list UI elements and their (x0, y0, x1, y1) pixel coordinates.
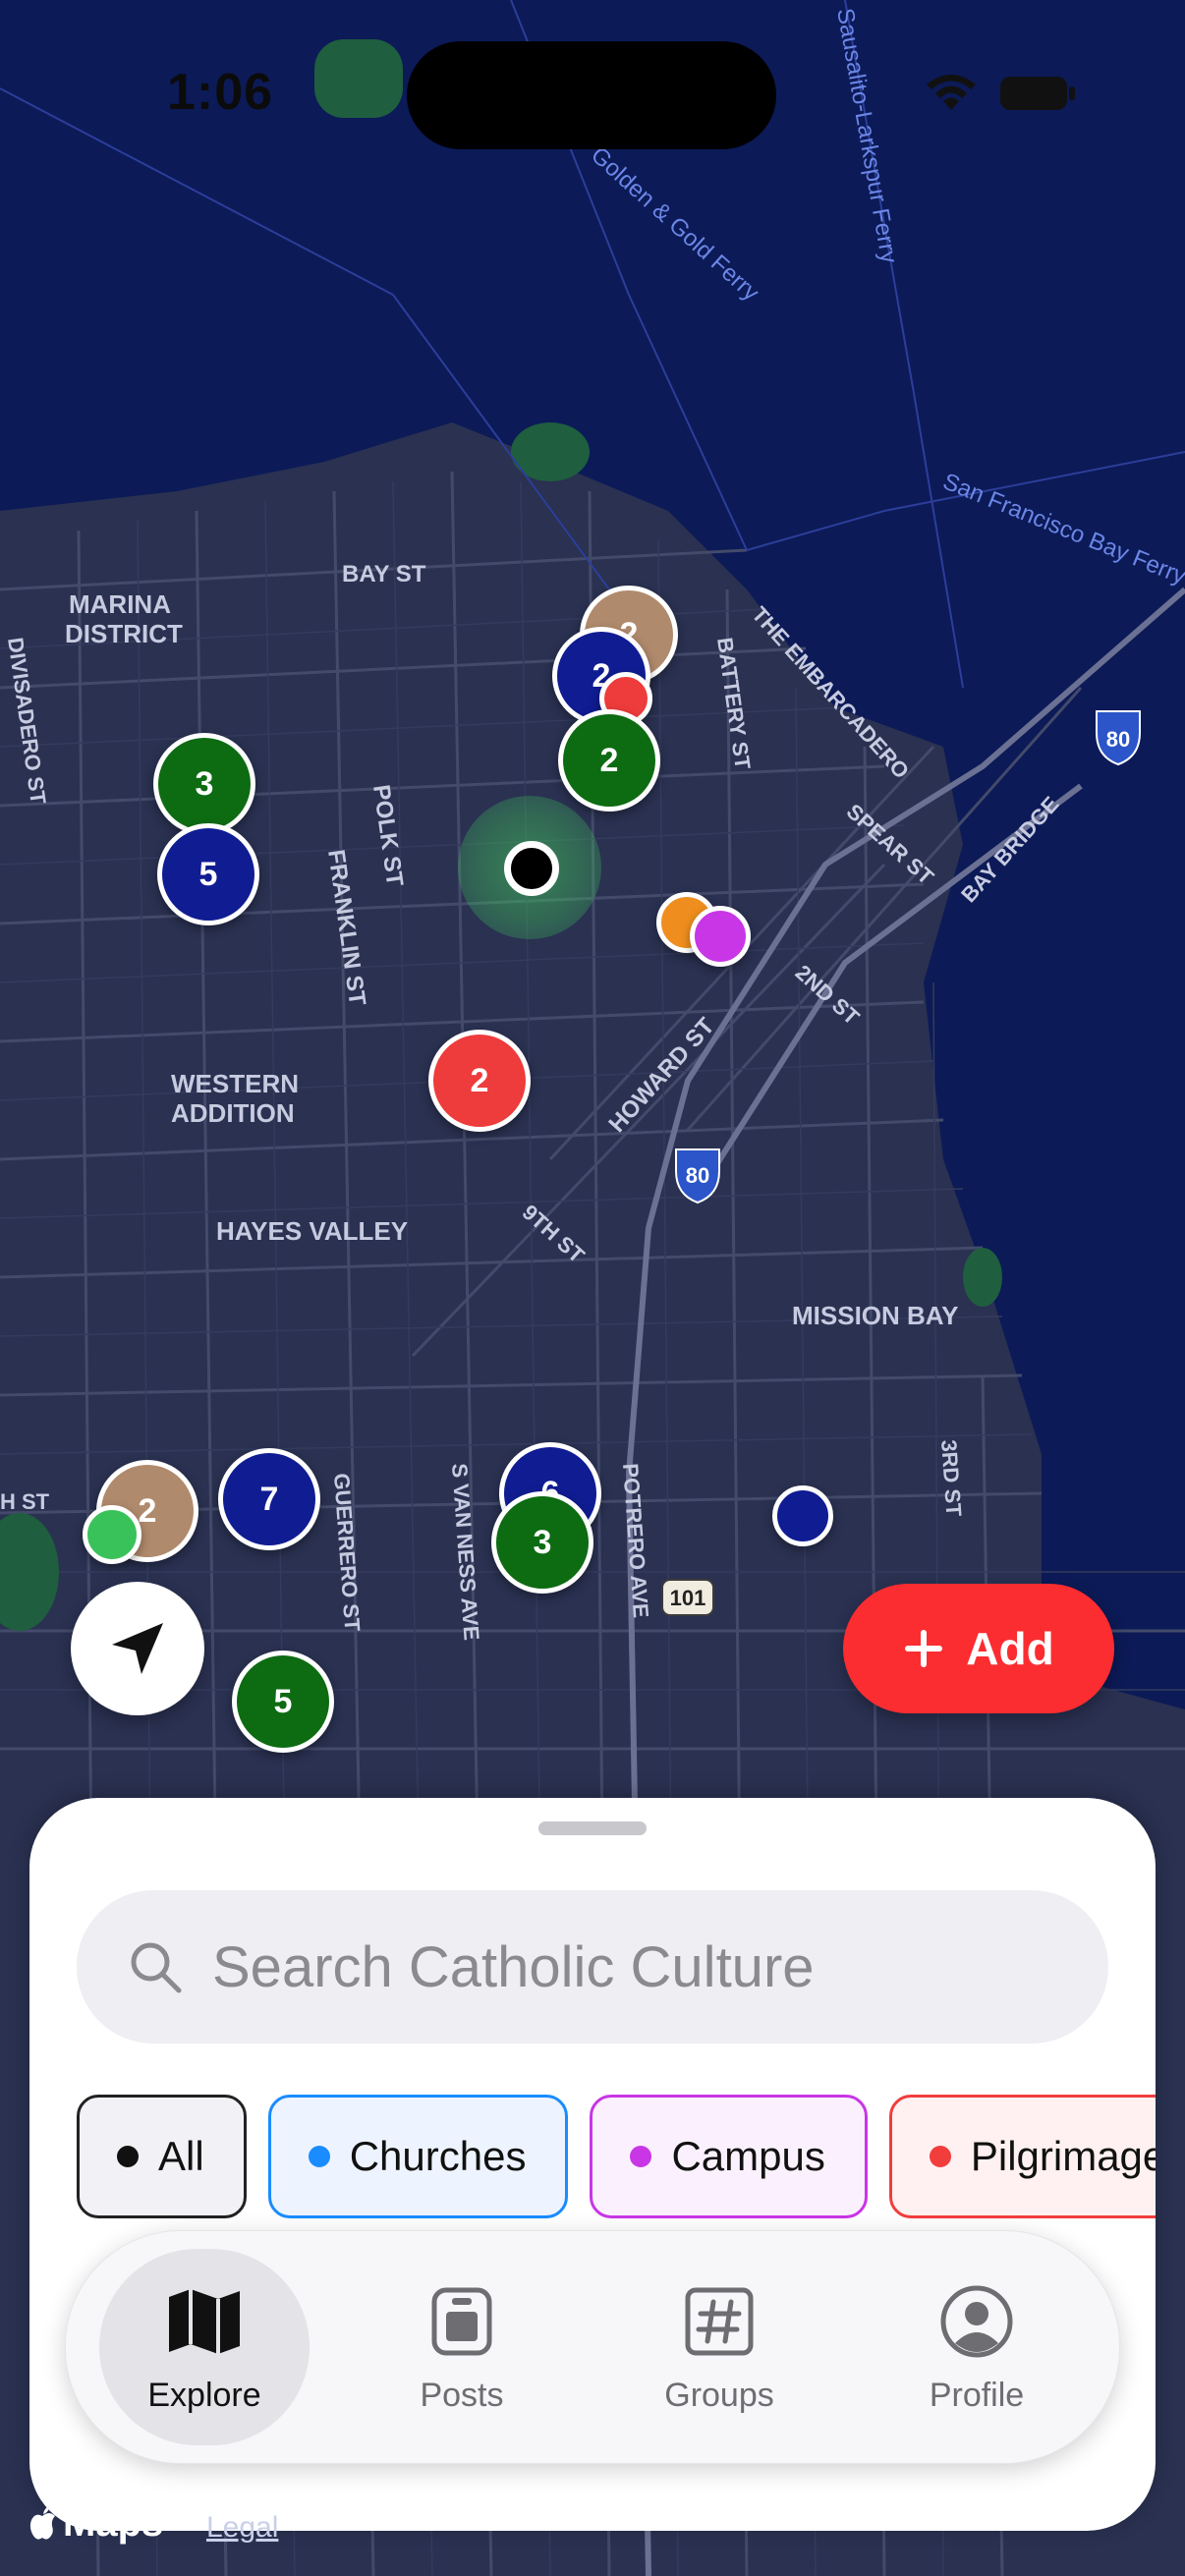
user-location-dot (504, 841, 559, 896)
search-bar[interactable] (77, 1890, 1108, 2044)
tab-label: Explore (147, 2376, 261, 2414)
marker-count: 2 (599, 741, 619, 779)
map-marker[interactable]: 5 (157, 823, 259, 925)
add-button[interactable]: Add (843, 1584, 1114, 1713)
filter-dot (929, 2146, 951, 2167)
add-button-label: Add (966, 1623, 1054, 1674)
filter-dot (630, 2146, 652, 2167)
filter-chip-pilgrimages[interactable]: Pilgrimages (888, 2095, 1156, 2218)
map-marker[interactable]: 7 (218, 1448, 320, 1550)
filter-dot (117, 2146, 139, 2167)
status-time: 1:06 (167, 64, 274, 121)
location-arrow-icon (112, 1623, 163, 1674)
map-marker[interactable]: 2 (428, 1030, 531, 1132)
plus-icon (903, 1628, 944, 1669)
tab-posts[interactable]: Posts (357, 2249, 567, 2445)
category-filter-row: All Churches Campus Pilgrimages (77, 2095, 1156, 2218)
filter-chip-label: Pilgrimages (970, 2133, 1156, 2179)
bottom-sheet: All Churches Campus Pilgrimages Explore (29, 1798, 1156, 2531)
marker-count: 2 (470, 1061, 489, 1099)
map-marker[interactable]: 3 (153, 733, 255, 835)
map-icon (167, 2280, 242, 2363)
filter-chip-label: Churches (349, 2133, 527, 2179)
battery-icon (998, 73, 1077, 119)
legal-link[interactable]: Legal (206, 2511, 278, 2545)
map-marker[interactable]: 3 (491, 1491, 593, 1594)
map-marker[interactable] (772, 1485, 833, 1546)
tab-groups[interactable]: Groups (614, 2249, 824, 2445)
apple-logo-icon (29, 2505, 55, 2540)
map-marker[interactable] (83, 1505, 141, 1564)
tab-label: Posts (420, 2376, 504, 2414)
marker-count: 2 (138, 1491, 157, 1530)
district-label: MISSION BAY (792, 1301, 959, 1330)
maps-label: Maps (63, 2501, 164, 2545)
maps-attribution: Maps (28, 2501, 163, 2546)
district-label: ADDITION (171, 1098, 295, 1128)
filter-chip-label: All (158, 2133, 204, 2179)
filter-chip-churches[interactable]: Churches (267, 2095, 569, 2218)
map-marker[interactable]: 2 (558, 709, 660, 812)
shield-label: 80 (686, 1163, 709, 1188)
sheet-grabber[interactable] (538, 1821, 647, 1835)
map-marker[interactable] (690, 906, 751, 967)
tab-profile[interactable]: Profile (872, 2249, 1082, 2445)
marker-count: 3 (533, 1523, 552, 1561)
tab-explore[interactable]: Explore (99, 2249, 310, 2445)
district-label: DISTRICT (65, 619, 183, 648)
district-label: WESTERN (171, 1069, 299, 1098)
filter-dot (308, 2146, 330, 2167)
district-label: MARINA (69, 589, 171, 619)
filter-chip-campus[interactable]: Campus (590, 2095, 868, 2218)
wifi-icon (924, 75, 979, 119)
filter-chip-all[interactable]: All (77, 2095, 247, 2218)
posts-icon (430, 2280, 493, 2363)
tab-bar: Explore Posts Groups Profile (65, 2230, 1120, 2464)
marker-count: 5 (198, 855, 218, 893)
hashtag-icon (684, 2280, 755, 2363)
map-marker[interactable]: 5 (232, 1651, 334, 1753)
search-icon (128, 1939, 183, 1994)
marker-count: 3 (195, 764, 214, 803)
district-label: HAYES VALLEY (216, 1216, 408, 1246)
street-label: H ST (0, 1489, 50, 1514)
shield-label: 101 (670, 1586, 706, 1610)
shield-label: 80 (1106, 727, 1130, 752)
filter-chip-label: Campus (671, 2133, 825, 2179)
street-label: BAY ST (342, 561, 426, 588)
tab-label: Groups (664, 2376, 774, 2414)
person-circle-icon (939, 2280, 1014, 2363)
dynamic-island (407, 41, 776, 149)
tab-label: Profile (929, 2376, 1025, 2414)
marker-count: 7 (259, 1480, 279, 1518)
marker-count: 5 (273, 1682, 293, 1720)
search-input[interactable] (210, 1932, 1059, 2001)
locate-me-button[interactable] (71, 1582, 204, 1715)
